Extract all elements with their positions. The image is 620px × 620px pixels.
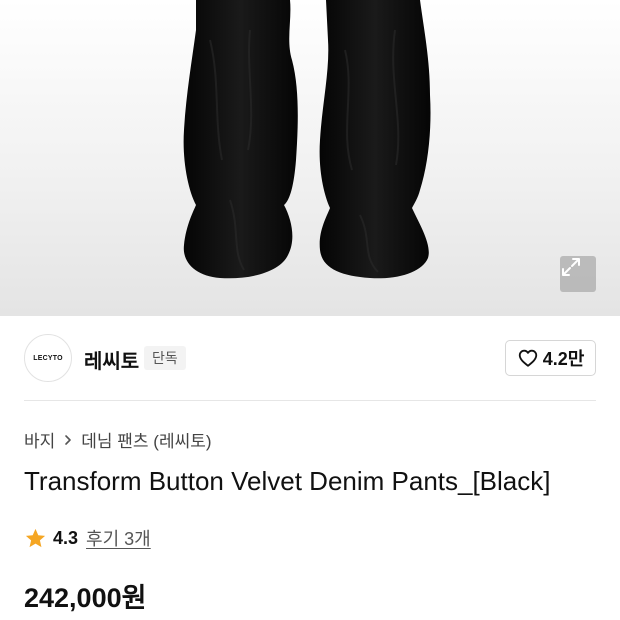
rating-value: 4.3: [53, 527, 79, 548]
star-icon: [25, 528, 46, 547]
breadcrumb-item-subcategory[interactable]: 데님 팬츠 (레씨토): [81, 427, 211, 452]
brand-logo-text: LECYTO: [33, 354, 63, 362]
pants-image: [183, 0, 431, 279]
like-button[interactable]: 4.2만: [505, 340, 596, 376]
expand-arrows-icon: [562, 258, 580, 276]
heart-outline-icon: [518, 349, 537, 367]
product-image[interactable]: [0, 0, 620, 316]
brand-logo[interactable]: LECYTO: [24, 334, 72, 382]
expand-image-button[interactable]: [560, 256, 596, 292]
brand-name[interactable]: 레씨토: [84, 345, 139, 374]
divider: [24, 400, 596, 401]
rating-row: 4.3 후기 3개: [24, 525, 151, 551]
product-title: Transform Button Velvet Denim Pants_[Bla…: [24, 466, 551, 496]
brand-row: LECYTO 레씨토 단독 4.2만: [24, 334, 596, 382]
product-price: 242,000원: [24, 583, 147, 613]
breadcrumb: 바지 데님 팬츠 (레씨토): [24, 427, 212, 452]
like-count: 4.2만: [542, 349, 585, 369]
review-count-link[interactable]: 후기 3개: [86, 525, 151, 551]
chevron-right-icon: [65, 434, 72, 445]
breadcrumb-item-category[interactable]: 바지: [24, 427, 55, 452]
exclusive-badge: 단독: [144, 346, 186, 370]
